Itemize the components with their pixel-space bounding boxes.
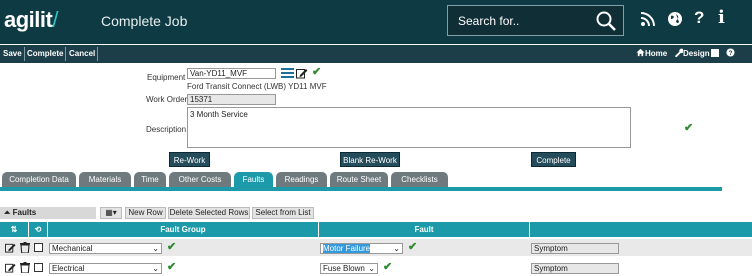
excel-icon: ▦▾ (105, 208, 117, 217)
work-order-label: Work Order (146, 95, 188, 104)
edit-icon[interactable] (296, 67, 308, 79)
trash-icon[interactable] (20, 262, 30, 273)
sort-column-header[interactable]: ⇅ (0, 222, 29, 237)
collapse-icon[interactable]: ⏶ (4, 208, 13, 217)
globe-icon[interactable] (667, 11, 683, 27)
new-row-button[interactable]: New Row (125, 207, 166, 219)
help-label: Help (726, 63, 744, 72)
fault-group-value: Electrical (52, 264, 85, 273)
edit-icon[interactable] (5, 262, 16, 273)
tab-route-sheet[interactable]: Route Sheet (330, 172, 388, 187)
tab-checklists[interactable]: Checklists (391, 172, 448, 187)
equipment-label: Equipment (147, 73, 186, 82)
row-checkbox[interactable] (34, 243, 43, 252)
sort-icon: ⇅ (10, 225, 18, 234)
search-icon[interactable] (595, 10, 617, 32)
tab-materials[interactable]: Materials (79, 172, 131, 187)
description-textarea[interactable]: 3 Month Service (187, 107, 631, 148)
fault-group-select[interactable]: Electrical ⌄ (49, 263, 162, 274)
chevron-down-icon: ⌄ (393, 244, 400, 253)
equipment-description: Ford Transit Connect (LWB) YD11 MVF (187, 82, 327, 91)
equipment-valid-check-icon: ✔ (312, 66, 322, 78)
question-circle-icon: ? (726, 48, 735, 57)
fault-column-header[interactable]: Fault (319, 222, 530, 237)
list-icon[interactable] (281, 67, 294, 79)
fault-value: Motor Failure (323, 244, 371, 253)
faults-title: Faults (12, 208, 37, 217)
tab-other-costs[interactable]: Other Costs (169, 172, 231, 187)
rework-button[interactable]: Re-Work (169, 152, 210, 167)
fault-select[interactable]: Fuse Blown ⌄ (320, 263, 378, 274)
rss-icon[interactable] (640, 11, 656, 27)
faults-toolbar: ⏶ Faults ▦▾ New Row Delete Selected Rows… (0, 207, 752, 219)
fault-group-value: Mechanical (52, 244, 93, 253)
home-label: Home (645, 49, 668, 58)
edit-icon[interactable] (5, 242, 16, 253)
wrench-icon (674, 48, 684, 58)
refresh-icon: ⟲ (34, 225, 42, 234)
fault-valid-check-icon: ✔ (408, 241, 418, 253)
logo-text: agilit (4, 7, 53, 32)
svg-text:?: ? (729, 50, 733, 57)
fault-group-valid-check-icon: ✔ (167, 261, 177, 273)
info-icon[interactable]: i (718, 7, 725, 28)
design-label: Design (683, 49, 710, 58)
refresh-column-header[interactable]: ⟲ (29, 222, 48, 237)
symptom-column-header (530, 222, 752, 237)
app-logo[interactable]: agilit/ (4, 7, 58, 33)
checkbox-icon[interactable] (710, 49, 719, 57)
home-icon (636, 48, 645, 57)
tab-faults[interactable]: Faults (234, 172, 273, 187)
chevron-down-icon: ⌄ (152, 264, 159, 273)
tab-completion-data[interactable]: Completion Data (2, 172, 76, 187)
blank-rework-button[interactable]: Blank Re-Work (340, 152, 400, 167)
save-button[interactable]: Save (1, 47, 25, 61)
description-label: Description (146, 125, 187, 134)
fault-group-select[interactable]: Mechanical ⌄ (49, 243, 162, 254)
faults-section-header[interactable]: ⏶ Faults (0, 207, 96, 219)
toolbar: Save Complete Cancel Home Design ? Help (0, 45, 752, 72)
complete-button[interactable]: Complete (25, 47, 67, 61)
export-excel-button[interactable]: ▦▾ (100, 207, 122, 219)
equipment-field[interactable]: Van-YD11_MVF (187, 68, 276, 79)
trash-icon[interactable] (20, 242, 30, 253)
home-button[interactable]: Home (636, 47, 667, 61)
fault-group-column-header[interactable]: Fault Group (48, 222, 319, 237)
tab-underline (0, 187, 722, 191)
fault-group-valid-check-icon: ✔ (167, 241, 177, 253)
search-box[interactable]: Search for.. (447, 5, 624, 36)
cancel-button[interactable]: Cancel (67, 47, 99, 61)
table-row: Electrical ⌄ ✔ Fuse Blown ⌄ ✔ Symptom (0, 259, 752, 276)
help-button[interactable]: ? Help (726, 47, 752, 72)
symptom-field[interactable]: Symptom (531, 243, 619, 254)
page-title: Complete Job (101, 13, 188, 29)
complete-action-button[interactable]: Complete (531, 152, 576, 167)
logo-mark: / (52, 7, 58, 32)
tab-time[interactable]: Time (134, 172, 166, 187)
fault-valid-check-icon: ✔ (383, 261, 393, 273)
design-button[interactable]: Design (674, 47, 719, 61)
tab-readings[interactable]: Readings (276, 172, 327, 187)
description-valid-check-icon: ✔ (684, 122, 694, 134)
fault-select[interactable]: Motor Failure ⌄ (320, 243, 403, 254)
chevron-down-icon: ⌄ (368, 264, 375, 273)
chevron-down-icon: ⌄ (152, 244, 159, 253)
search-input[interactable]: Search for.. (458, 14, 519, 28)
delete-selected-rows-button[interactable]: Delete Selected Rows (168, 207, 250, 219)
app-header: agilit/ Complete Job Search for.. ? i (0, 0, 752, 44)
help-icon[interactable]: ? (694, 8, 704, 28)
select-from-list-button[interactable]: Select from List (252, 207, 314, 219)
row-checkbox[interactable] (34, 263, 43, 272)
table-row: Mechanical ⌄ ✔ Motor Failure ⌄ ✔ Symptom (0, 239, 752, 256)
fault-value: Fuse Blown (323, 264, 365, 273)
work-order-field[interactable]: 15371 (187, 94, 276, 105)
symptom-field[interactable]: Symptom (531, 263, 619, 274)
tab-strip: Completion Data Materials Time Other Cos… (0, 172, 752, 188)
